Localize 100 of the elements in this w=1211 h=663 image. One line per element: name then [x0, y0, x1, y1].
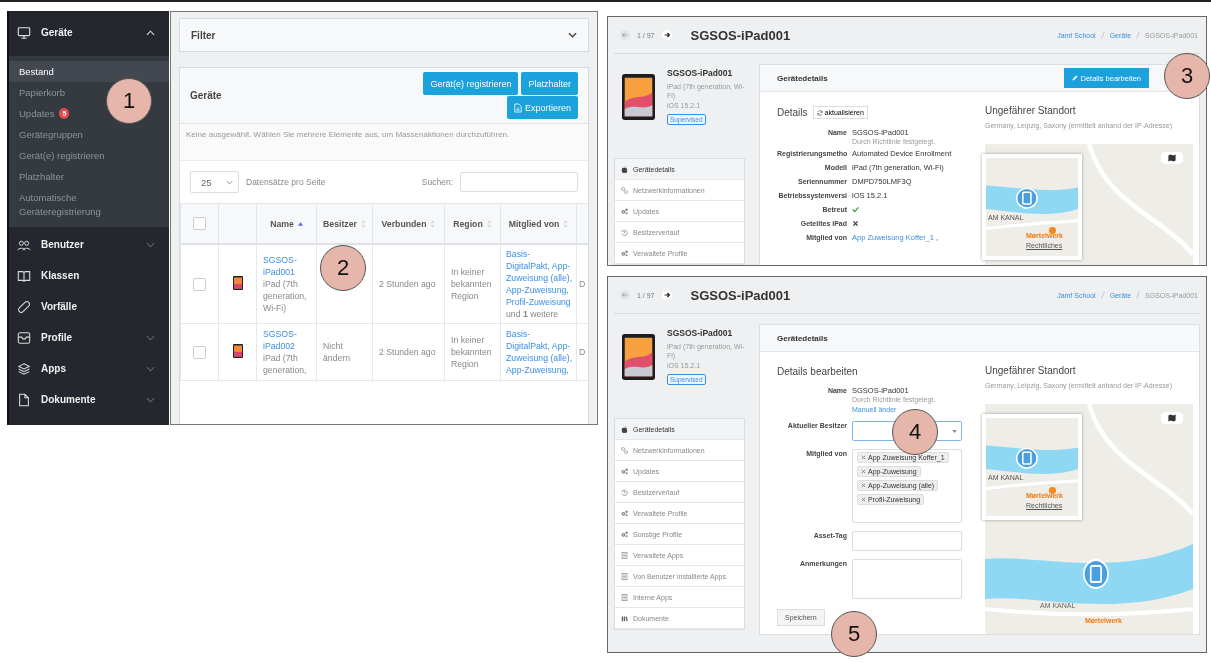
layers-icon: [17, 361, 31, 376]
list-icon: [621, 572, 628, 580]
device-model: iPad (7th generation, Wi-Fi): [263, 278, 308, 314]
submenu-item[interactable]: Automatische Geräteregistrierung: [9, 187, 169, 222]
inbox-icon: [17, 330, 31, 345]
card-title: Gerätedetails: [777, 73, 828, 83]
section-title: Ungefährer Standort: [985, 365, 1077, 376]
submenu-item[interactable]: Platzhalter: [9, 166, 74, 187]
sidebar-item[interactable]: Benutzer: [9, 229, 169, 260]
search-field[interactable]: [460, 172, 578, 192]
arrow-right-icon: [662, 31, 671, 39]
history-icon: [621, 228, 628, 236]
sidebar-item[interactable]: Klassen: [9, 260, 169, 291]
slash-icon: [1136, 291, 1141, 299]
checkbox[interactable]: [193, 277, 206, 291]
map-type-button[interactable]: [1161, 412, 1183, 424]
tablet-icon: [232, 275, 243, 290]
submenu-item[interactable]: Bestand: [9, 61, 169, 82]
checkbox[interactable]: [193, 217, 206, 231]
list-icon: [621, 593, 628, 601]
device-name: SGSOS-iPad001: [667, 328, 733, 338]
column-header[interactable]: Region: [453, 217, 483, 230]
selection-notice: Keine ausgewählt. Wählen Sie mehrere Elemente aus, um Massenaktionen durchzuführen.: [180, 124, 588, 161]
card-title: Geräte: [190, 90, 222, 101]
placeholder-button[interactable]: Platzhalter: [521, 72, 578, 95]
table-cell: Nicht ändern: [323, 341, 351, 363]
sidebar-item[interactable]: Geräte: [9, 17, 169, 48]
next-button[interactable]: [661, 30, 672, 40]
gears-icon: [621, 467, 628, 475]
table-cell: D: [579, 347, 586, 357]
remove-icon[interactable]: [861, 497, 866, 502]
asset-tag-field[interactable]: [852, 531, 962, 551]
sidebar-item[interactable]: Profile: [9, 322, 169, 353]
sidebar-item[interactable]: Apps: [9, 353, 169, 384]
slash-icon: [1100, 291, 1105, 299]
bandage-icon: [17, 299, 31, 314]
arrow-right-icon: [662, 291, 671, 299]
submenu-item[interactable]: Papierkorb: [9, 82, 75, 103]
gears-icon: [621, 207, 628, 215]
table-cell: 2 Stunden ago: [379, 347, 436, 357]
link-icon: [621, 446, 628, 454]
gears-icon: [621, 530, 628, 538]
page-title: SGSOS-iPad001: [690, 287, 791, 303]
previous-button[interactable]: [620, 30, 630, 40]
arrow-left-icon: [621, 31, 629, 39]
previous-button[interactable]: [620, 290, 630, 300]
link-icon: [621, 186, 628, 194]
card-title: Gerätedetails: [777, 333, 828, 343]
monitor-icon: [17, 25, 31, 40]
table-cell: D: [579, 279, 586, 289]
page-size-label: Datensätze pro Seite: [246, 177, 326, 187]
book-icon: [17, 268, 31, 283]
map-icon: [1168, 414, 1176, 422]
remove-icon[interactable]: [861, 455, 866, 460]
page-size-select[interactable]: 25: [190, 171, 239, 193]
submenu-item[interactable]: Gerät(e) registrieren: [9, 145, 115, 166]
download-icon: [513, 102, 522, 113]
remove-icon[interactable]: [861, 483, 866, 488]
device-name: SGSOS-iPad001: [667, 68, 733, 78]
table-cell: In keiner bekannten Region: [451, 267, 492, 301]
table-cell: In keiner bekannten Region: [451, 335, 492, 369]
register-button[interactable]: Gerät(e) registrieren: [423, 72, 519, 95]
slash-icon: [1100, 31, 1105, 39]
section-title: Details: [777, 107, 808, 118]
sidebar-item[interactable]: Vorfälle: [9, 291, 169, 322]
group-links[interactable]: Basis-DigitalPakt, App-Zuweisung (alle), App-Zuweisung, Profil-Zuweisung: [506, 248, 573, 308]
list-icon: [621, 551, 628, 559]
next-button[interactable]: [661, 290, 672, 300]
filter-bar[interactable]: Filter: [179, 18, 589, 52]
tablet-drawing: [622, 334, 655, 380]
column-header[interactable]: Name: [270, 217, 294, 230]
map-icon: [1168, 154, 1176, 162]
books-icon: [621, 614, 628, 622]
column-header[interactable]: Besitzer: [323, 217, 357, 230]
remove-icon[interactable]: [861, 469, 866, 474]
chevron-icon: [568, 32, 577, 38]
sidebar-item[interactable]: Dokumente: [9, 384, 169, 415]
chevron-icon: [226, 179, 233, 185]
gears-icon: [621, 249, 628, 257]
pencil-icon: [1071, 75, 1078, 81]
device-name-link[interactable]: SGSOS-iPad002: [263, 328, 310, 352]
arrow-left-icon: [621, 291, 629, 299]
slash-icon: [1136, 31, 1141, 39]
section-title: Ungefährer Standort: [985, 105, 1077, 116]
checkbox[interactable]: [193, 345, 206, 359]
column-header[interactable]: Verbunden: [381, 217, 427, 230]
history-icon: [621, 488, 628, 496]
caret-icon: [952, 430, 957, 433]
notes-field[interactable]: [852, 559, 962, 599]
refresh-icon: [816, 109, 823, 116]
apple-icon: [621, 425, 628, 433]
more-groups-text: und 1 weitere: [506, 308, 560, 320]
search-label: Suchen:: [421, 177, 453, 187]
submenu-item[interactable]: Gerätegruppen: [9, 124, 93, 145]
map-type-button[interactable]: [1161, 152, 1183, 164]
export-button[interactable]: Exportieren: [506, 96, 578, 119]
tablet-drawing: [622, 74, 655, 120]
page-title: SGSOS-iPad001: [690, 27, 791, 43]
device-name-link[interactable]: SGSOS-iPad001: [263, 254, 310, 278]
gears-icon: [621, 509, 628, 517]
